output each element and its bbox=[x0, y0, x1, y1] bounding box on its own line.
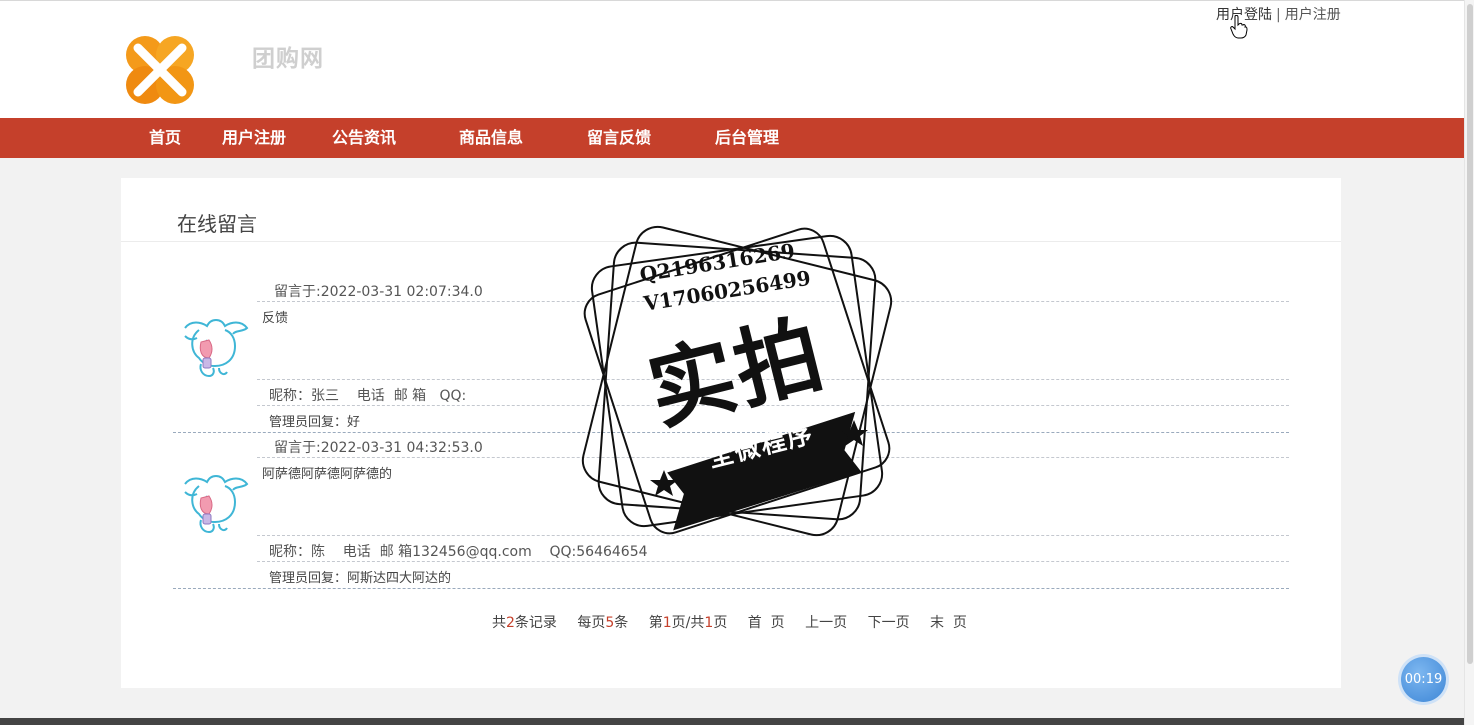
last-page-link[interactable]: 末 页 bbox=[930, 615, 967, 631]
scrollbar-thumb[interactable] bbox=[1467, 4, 1473, 664]
footer-bar bbox=[0, 718, 1464, 725]
vertical-scrollbar[interactable] bbox=[1464, 0, 1474, 725]
pagination: 共2条记录 每页5条 第1页/共1页 首 页 上一页 下一页 末 页 bbox=[492, 612, 983, 632]
admin-reply: 管理员回复：阿斯达四大阿达的 bbox=[269, 571, 452, 586]
message-time: 留言于:2022-03-31 02:07:34.0 bbox=[274, 284, 483, 300]
first-page-link[interactable]: 首 页 bbox=[748, 615, 785, 631]
next-page-link[interactable]: 下一页 bbox=[868, 615, 910, 631]
main-nav: 首页 用户注册 公告资讯 商品信息 留言反馈 后台管理 bbox=[0, 118, 1464, 158]
admin-reply: 管理员回复：好 bbox=[269, 415, 361, 430]
divider bbox=[257, 561, 1289, 562]
hand-cursor-icon bbox=[1230, 15, 1248, 39]
logo-icon bbox=[126, 36, 194, 104]
nav-admin[interactable]: 后台管理 bbox=[715, 118, 779, 158]
message-time: 留言于:2022-03-31 04:32:53.0 bbox=[274, 440, 483, 456]
page-title: 在线留言 bbox=[177, 212, 257, 236]
nav-home[interactable]: 首页 bbox=[149, 118, 181, 158]
site-header: 团购网 用户登陆 | 用户注册 bbox=[0, 0, 1464, 118]
avatar-icon bbox=[184, 319, 249, 378]
nav-products[interactable]: 商品信息 bbox=[459, 118, 523, 158]
site-name: 团购网 bbox=[252, 46, 324, 72]
watermark-stamp: Q2196316269 V17060256499 实拍 全微程序 bbox=[564, 208, 910, 554]
link-separator: | bbox=[1276, 7, 1281, 23]
message-content: 阿萨德阿萨德阿萨德的 bbox=[262, 467, 393, 482]
message-contact-info: 昵称：张三 电话 邮 箱 QQ: bbox=[269, 388, 467, 404]
recording-timer[interactable]: 00:19 bbox=[1401, 657, 1446, 702]
nav-register[interactable]: 用户注册 bbox=[222, 118, 286, 158]
message-separator bbox=[173, 588, 1289, 589]
nav-feedback[interactable]: 留言反馈 bbox=[587, 118, 651, 158]
nav-announcements[interactable]: 公告资讯 bbox=[332, 118, 396, 158]
message-content: 反馈 bbox=[262, 311, 289, 326]
prev-page-link[interactable]: 上一页 bbox=[805, 615, 847, 631]
avatar-icon bbox=[184, 475, 249, 534]
page-indicator: 第1页/共1页 bbox=[648, 615, 728, 631]
total-records: 共2条记录 bbox=[492, 615, 557, 631]
per-page: 每页5条 bbox=[577, 615, 629, 631]
register-link[interactable]: 用户注册 bbox=[1285, 7, 1341, 23]
